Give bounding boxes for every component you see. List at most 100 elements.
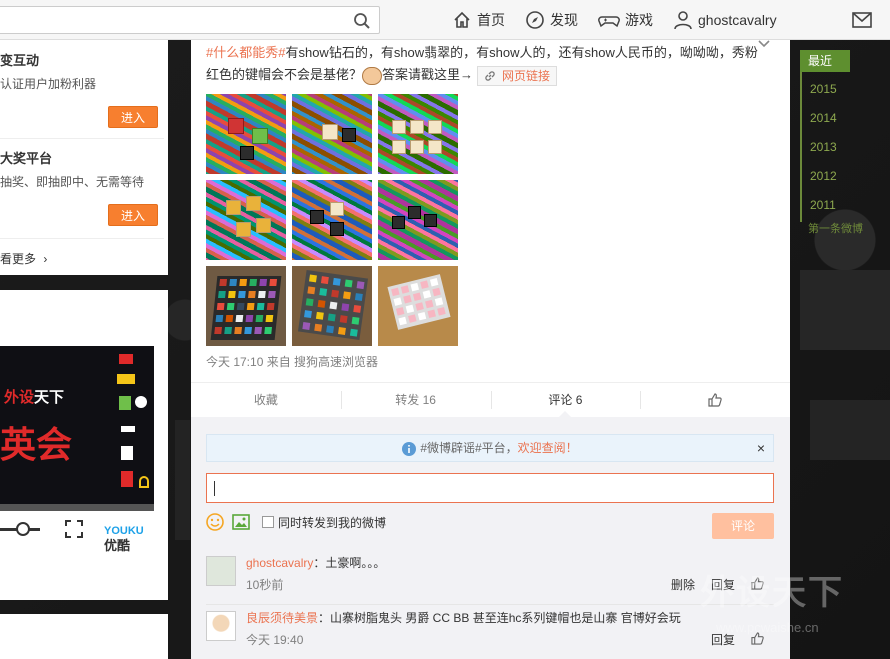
avatar[interactable] — [206, 611, 236, 641]
post-text: #什么都能秀#有show钻石的，有show翡翠的，有show人的，还有show人… — [206, 42, 766, 86]
left-apps-panel: 变互动 认证用户加粉利器 进入 大奖平台 抽奖、即抽即中、无需等待 进入 看更多… — [0, 40, 168, 275]
enter-button[interactable]: 进入 — [108, 106, 158, 128]
nav-home-label: 首页 — [477, 12, 505, 28]
comment-item: 良辰须待美景：山寨树脂鬼头 男爵 CC BB 甚至连hc系列键帽也是山寨 官博好… — [206, 604, 774, 652]
app-title: 变互动 — [0, 53, 40, 68]
comment-input[interactable] — [206, 473, 774, 503]
bg-monitor-shape — [810, 400, 890, 460]
text-caret — [214, 481, 215, 496]
web-link[interactable]: 网页链接 — [477, 65, 558, 86]
post-image[interactable] — [292, 94, 372, 174]
timeline-first-post[interactable]: 第一条微博 — [808, 220, 863, 236]
notice-bar: #微博辟谣#平台，欢迎查阅！ × — [206, 434, 774, 462]
video-progress[interactable] — [0, 504, 154, 511]
post-image[interactable] — [292, 266, 372, 346]
nav-games-label: 游戏 — [625, 12, 653, 28]
timeline-year[interactable]: 2011 — [810, 198, 836, 212]
comment-text: ：土豪啊。。。 — [313, 556, 386, 570]
repost-checkbox-label: 同时转发到我的微博 — [278, 515, 387, 530]
video-title: 英会 — [0, 425, 73, 466]
youku-logo: YOUKU 优酷 — [104, 525, 144, 553]
comment-section: #微博辟谣#平台，欢迎查阅！ × 同时转发到我的微博 评论 ghostcaval… — [191, 417, 790, 659]
app-desc: 抽奖、即抽即中、无需等待 — [0, 175, 145, 189]
top-navigation-bar: 首页 发现 游戏 ghostcavalry — [0, 0, 890, 40]
nav-username: ghostcavalry — [698, 12, 777, 28]
video-player[interactable]: 外设天下 英会 — [0, 346, 154, 511]
close-icon[interactable]: × — [757, 435, 765, 461]
comment-time: 10秒前 — [246, 578, 284, 592]
watermark: 外设天下 — [700, 573, 844, 613]
notice-link[interactable]: 欢迎查阅！ — [518, 441, 578, 455]
app-title: 大奖平台 — [0, 151, 53, 166]
see-more-link[interactable]: 看更多 › — [0, 250, 47, 267]
comment-body: ghostcavalry：土豪啊。。。 — [246, 554, 385, 571]
left-panel-bottom — [0, 614, 168, 659]
timeline-year[interactable]: 2012 — [810, 169, 837, 183]
image-icon[interactable] — [232, 514, 250, 530]
nav-games[interactable]: 游戏 — [598, 10, 653, 30]
delete-link[interactable]: 删除 — [671, 576, 695, 593]
post-image[interactable] — [206, 266, 286, 346]
main-nav: 首页 发现 游戏 ghostcavalry — [452, 0, 797, 40]
comment-tools: 同时转发到我的微博 — [206, 513, 386, 531]
nav-home[interactable]: 首页 — [452, 10, 505, 30]
left-video-panel: 外设天下 英会 YOUKU 优酷 — [0, 290, 168, 600]
post-actions-bar: 收藏 转发 16 评论 6 — [191, 382, 790, 417]
comment-time: 今天 19:40 — [246, 633, 304, 647]
search-input[interactable] — [0, 6, 380, 34]
emoji-icon[interactable] — [206, 513, 224, 531]
post-body-tail: 答案请戳这里→ — [382, 67, 474, 82]
fullscreen-icon[interactable] — [64, 519, 84, 539]
post-meta: 今天 17:10 来自 搜狗高速浏览器 — [206, 355, 379, 369]
bg-lock-shape — [800, 270, 890, 350]
post-image[interactable] — [292, 180, 372, 260]
post-image[interactable] — [378, 94, 458, 174]
enter-button[interactable]: 进入 — [108, 204, 158, 226]
nav-discover-label: 发现 — [550, 12, 578, 28]
chevron-right-icon: › — [43, 252, 48, 266]
like-button[interactable] — [640, 383, 790, 416]
timeline-year[interactable]: 2015 — [810, 82, 837, 96]
search-icon[interactable] — [353, 12, 371, 30]
app-item-interaction: 变互动 认证用户加粉利器 — [0, 50, 164, 92]
bg-strip-shape — [175, 420, 190, 540]
timeline-year[interactable]: 2013 — [810, 140, 837, 154]
repost-checkbox[interactable] — [262, 516, 274, 528]
comment-user[interactable]: 良辰须待美景 — [246, 611, 318, 625]
comment-user[interactable]: ghostcavalry — [246, 556, 313, 570]
thumbs-up-icon — [708, 392, 722, 407]
submit-comment-button[interactable]: 评论 — [712, 513, 774, 539]
see-more-label: 看更多 — [0, 252, 37, 266]
repost-button[interactable]: 转发 16 — [340, 383, 491, 416]
avatar[interactable] — [206, 556, 236, 586]
watermark-url: www.pcwaishe.cn — [716, 620, 819, 635]
comment-body: 良辰须待美景：山寨树脂鬼头 男爵 CC BB 甚至连hc系列键帽也是山寨 官博好… — [246, 609, 681, 626]
timeline-recent[interactable]: 最近 — [800, 50, 850, 72]
post-hashtag[interactable]: #什么都能秀# — [206, 45, 285, 60]
app-desc: 认证用户加粉利器 — [0, 77, 97, 91]
favorite-button[interactable]: 收藏 — [191, 383, 341, 416]
user-icon — [674, 11, 692, 30]
comment-item: ghostcavalry：土豪啊。。。 10秒前 删除 回复 — [206, 554, 774, 594]
video-icon-strip — [115, 346, 154, 511]
post-image[interactable] — [206, 94, 286, 174]
comment-button[interactable]: 评论 6 — [490, 383, 641, 417]
timeline-year[interactable]: 2014 — [810, 111, 837, 125]
post-image[interactable] — [378, 180, 458, 260]
app-item-lottery: 大奖平台 抽奖、即抽即中、无需等待 — [0, 148, 164, 190]
video-brand: 外设天下 — [4, 389, 65, 406]
emoji-icon — [362, 66, 383, 85]
timeline-line — [800, 72, 802, 222]
post-image[interactable] — [206, 180, 286, 260]
gamepad-icon — [598, 16, 620, 28]
nav-discover[interactable]: 发现 — [525, 10, 578, 30]
post-image[interactable] — [378, 266, 458, 346]
notice-text: #微博辟谣#平台， — [420, 441, 518, 455]
compass-icon — [526, 11, 544, 29]
divider — [0, 238, 164, 239]
comment-text: ：山寨树脂鬼头 男爵 CC BB 甚至连hc系列键帽也是山寨 官博好会玩 — [318, 611, 681, 625]
nav-profile[interactable]: ghostcavalry — [673, 10, 777, 30]
volume-knob[interactable] — [16, 522, 30, 536]
mail-icon[interactable] — [852, 12, 872, 28]
info-icon — [402, 441, 417, 456]
